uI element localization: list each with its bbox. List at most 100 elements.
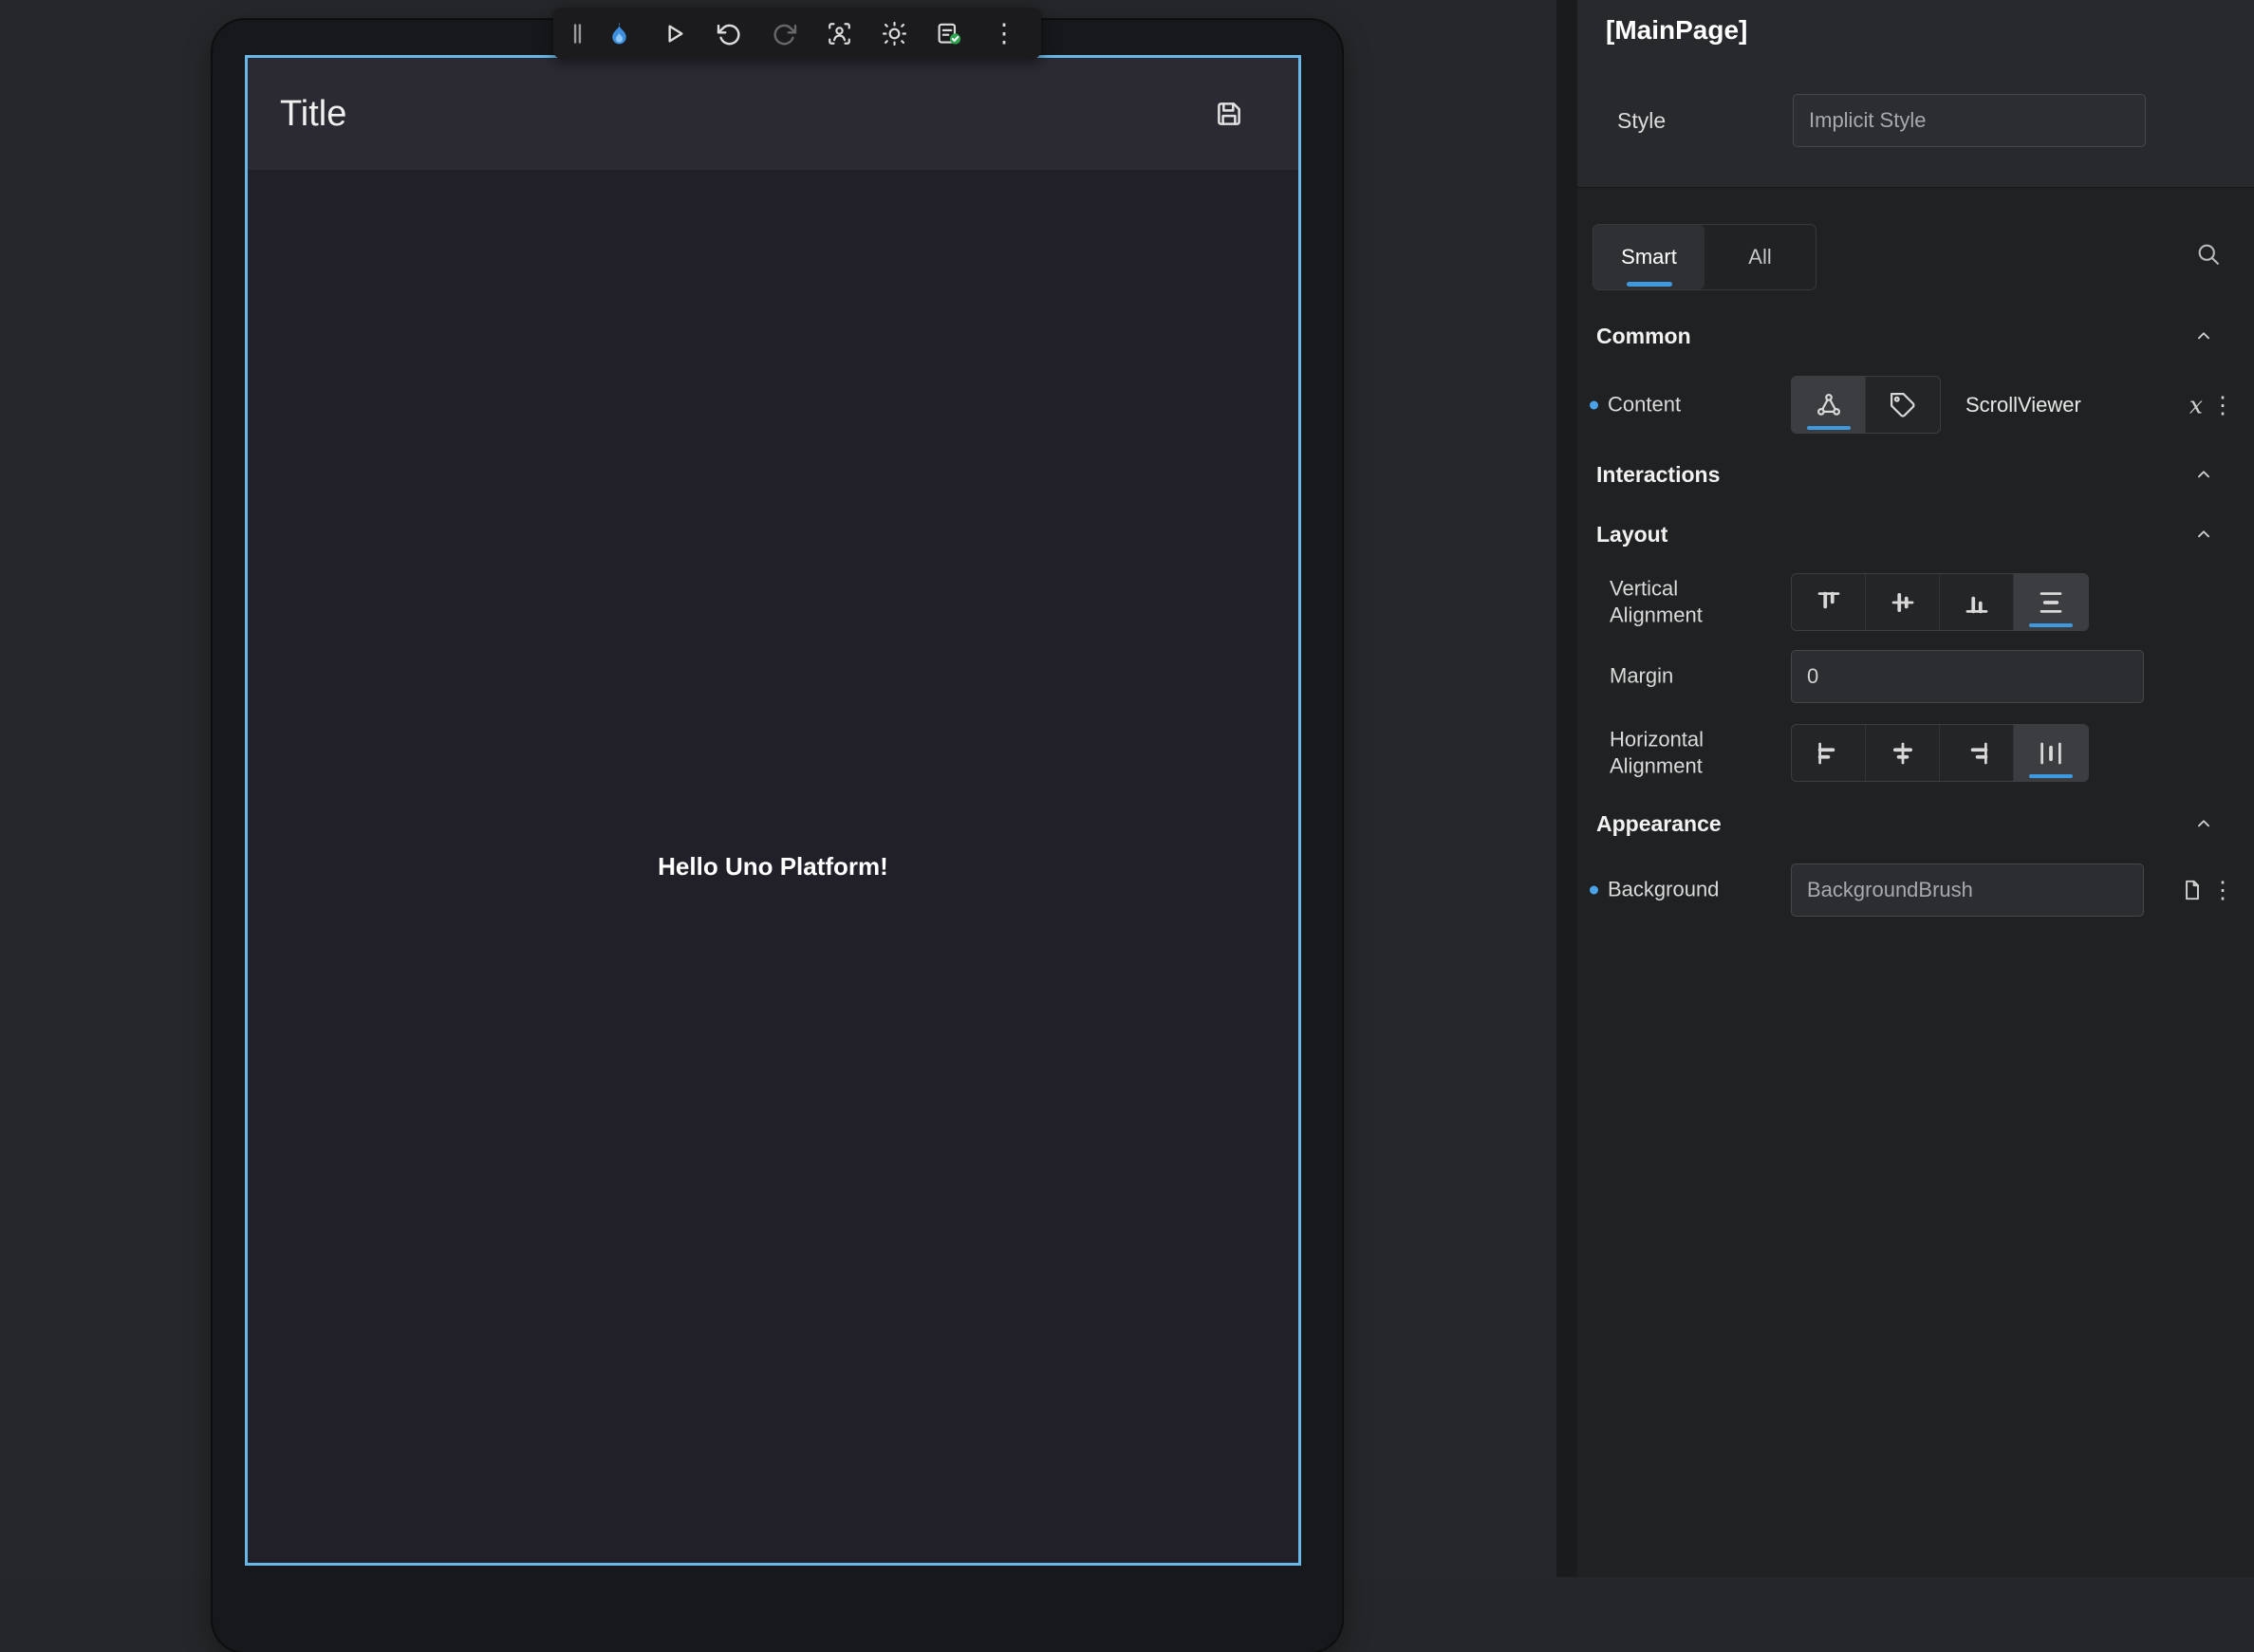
binding-expression-button[interactable]: x	[2189, 391, 2203, 418]
section-appearance-title: Appearance	[1596, 811, 1722, 837]
style-input[interactable]	[1793, 94, 2146, 147]
section-layout-header[interactable]: Layout	[1596, 518, 2235, 550]
content-value[interactable]: ScrollViewer	[1965, 393, 2081, 418]
align-horizontal-center-icon	[1889, 739, 1917, 768]
chevron-up-icon[interactable]	[2193, 813, 2214, 834]
redo-button[interactable]	[756, 8, 811, 59]
toolbar-drag-handle[interactable]	[563, 8, 591, 59]
stretch-horizontal-icon	[2037, 739, 2065, 768]
background-more-button[interactable]: ⋮	[2210, 876, 2235, 904]
halign-stretch-button[interactable]	[2014, 725, 2088, 781]
search-icon	[2195, 241, 2222, 268]
hot-design-toolbar: ⋮	[553, 8, 1041, 59]
content-mode-toggle	[1791, 376, 1941, 434]
design-canvas[interactable]: Title Hello Uno Platform!	[0, 0, 1556, 1577]
vertical-alignment-group	[1791, 573, 2089, 631]
section-layout-title: Layout	[1596, 522, 1667, 548]
app-content-area[interactable]: Hello Uno Platform!	[248, 170, 1298, 1563]
drag-handle-icon	[564, 20, 591, 47]
chevron-up-icon[interactable]	[2193, 464, 2214, 485]
selected-segment-indicator	[2029, 774, 2073, 778]
binding-x-glyph: x	[2189, 391, 2203, 418]
horizontal-alignment-group	[1791, 724, 2089, 782]
align-top-icon	[1815, 588, 1843, 617]
selected-element-name: [MainPage]	[1606, 15, 1747, 46]
section-appearance-header[interactable]: Appearance	[1596, 807, 2235, 840]
theme-toggle-button[interactable]	[866, 8, 922, 59]
content-property-label: Content	[1608, 391, 1798, 418]
margin-label: Margin	[1610, 663, 1752, 691]
property-tabs: Smart All	[1593, 224, 1816, 290]
valign-top-button[interactable]	[1792, 574, 1866, 630]
element-inspector-icon	[826, 20, 853, 47]
page-title-text[interactable]: Title	[280, 94, 346, 135]
section-interactions-title: Interactions	[1596, 462, 1720, 488]
tab-all[interactable]: All	[1704, 225, 1816, 289]
valign-center-button[interactable]	[1866, 574, 1940, 630]
property-row-margin: Margin	[1577, 650, 2254, 703]
modified-indicator-dot	[1590, 886, 1598, 895]
tab-smart[interactable]: Smart	[1593, 225, 1704, 289]
app-navigation-bar[interactable]: Title	[248, 58, 1298, 170]
undo-icon	[716, 20, 743, 47]
element-inspector-button[interactable]	[811, 8, 866, 59]
hot-design-button[interactable]	[591, 8, 646, 59]
align-right-icon	[1963, 739, 1991, 768]
property-row-vertical-alignment: Vertical Alignment	[1577, 573, 2254, 631]
selected-segment-indicator	[1807, 426, 1851, 430]
diagnostics-button[interactable]	[922, 8, 977, 59]
content-tag-mode-button[interactable]	[1866, 377, 1940, 433]
tab-all-label: All	[1748, 245, 1771, 269]
align-left-icon	[1815, 739, 1843, 768]
align-vertical-center-icon	[1889, 588, 1917, 617]
save-icon	[1213, 98, 1245, 130]
active-tab-indicator	[1627, 282, 1672, 287]
flame-icon	[605, 20, 633, 47]
properties-panel: [MainPage] Style Smart All Common Conten…	[1577, 0, 2254, 1577]
stretch-vertical-icon	[2037, 588, 2065, 617]
resource-document-icon	[2180, 878, 2205, 902]
save-button[interactable]	[1213, 98, 1245, 130]
panel-header: [MainPage] Style	[1577, 0, 2254, 188]
valign-stretch-button[interactable]	[2014, 574, 2088, 630]
device-frame: Title Hello Uno Platform!	[213, 20, 1342, 1652]
play-button[interactable]	[646, 8, 701, 59]
selected-page-surface[interactable]: Title Hello Uno Platform!	[245, 55, 1301, 1566]
hello-text[interactable]: Hello Uno Platform!	[658, 852, 888, 882]
property-row-content: Content ScrollViewer x ⋮	[1577, 376, 2254, 434]
diagnostics-check-icon	[936, 20, 963, 47]
undo-button[interactable]	[701, 8, 756, 59]
sun-icon	[881, 20, 908, 47]
play-icon	[661, 20, 688, 47]
search-properties-button[interactable]	[2195, 241, 2222, 272]
section-common-title: Common	[1596, 324, 1691, 349]
align-bottom-icon	[1963, 588, 1991, 617]
valign-bottom-button[interactable]	[1940, 574, 2014, 630]
component-tree-icon	[1815, 391, 1843, 419]
content-element-mode-button[interactable]	[1792, 377, 1866, 433]
redo-icon	[771, 20, 798, 47]
chevron-up-icon[interactable]	[2193, 325, 2214, 346]
margin-input[interactable]	[1791, 650, 2144, 703]
section-common-header[interactable]: Common	[1596, 320, 2235, 352]
style-label: Style	[1617, 108, 1666, 134]
property-row-background: Background ⋮	[1577, 863, 2254, 917]
halign-left-button[interactable]	[1792, 725, 1866, 781]
background-label: Background	[1608, 877, 1798, 904]
tag-icon	[1889, 391, 1917, 419]
resource-button[interactable]	[2180, 878, 2205, 902]
section-interactions-header[interactable]: Interactions	[1596, 458, 2235, 491]
background-input[interactable]	[1791, 863, 2144, 917]
property-row-horizontal-alignment: Horizontal Alignment	[1577, 724, 2254, 782]
modified-indicator-dot	[1590, 400, 1598, 409]
selected-segment-indicator	[2029, 623, 2073, 627]
horizontal-alignment-label: Horizontal Alignment	[1610, 726, 1752, 780]
content-more-button[interactable]: ⋮	[2210, 391, 2235, 419]
chevron-up-icon[interactable]	[2193, 524, 2214, 545]
tab-smart-label: Smart	[1621, 245, 1677, 269]
toolbar-more-button[interactable]: ⋮	[977, 8, 1032, 59]
panel-divider	[1556, 0, 1577, 1577]
halign-center-button[interactable]	[1866, 725, 1940, 781]
vertical-alignment-label: Vertical Alignment	[1610, 575, 1752, 629]
halign-right-button[interactable]	[1940, 725, 2014, 781]
